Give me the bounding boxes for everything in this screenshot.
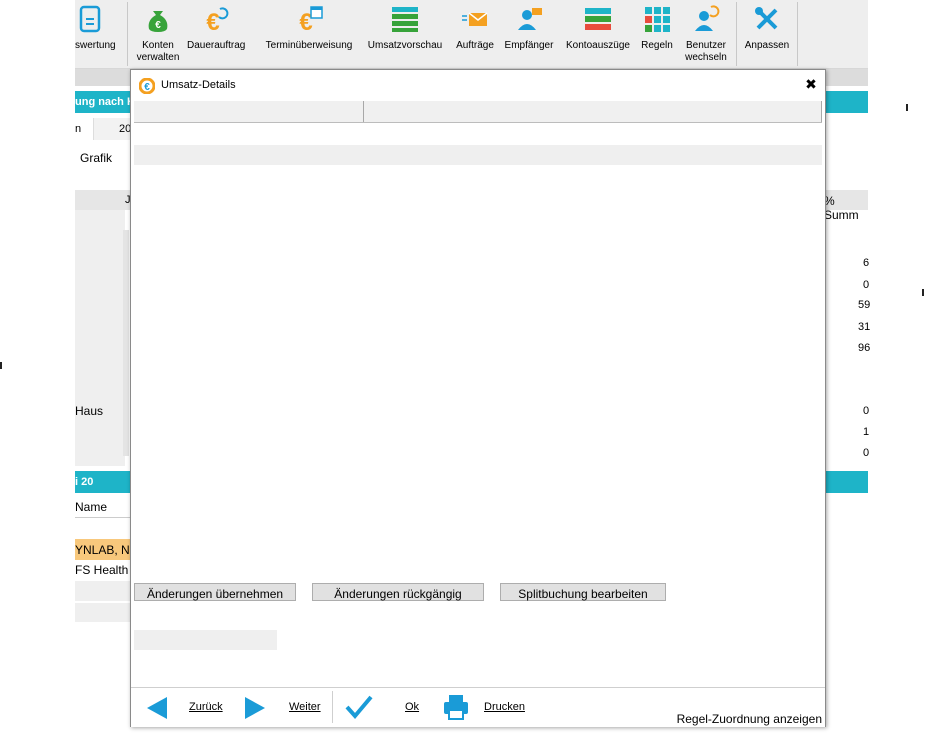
svg-text:€: € (155, 20, 161, 31)
value-cell: 1 (863, 426, 870, 438)
toolbar-empfaenger-button[interactable]: Empfänger (501, 0, 557, 68)
status-field (134, 630, 277, 650)
close-icon: ✖ (805, 76, 817, 92)
next-button[interactable]: Weiter (243, 688, 325, 727)
svg-text:€: € (144, 82, 150, 93)
tab-grafik[interactable]: Grafik (80, 151, 112, 165)
toolbar-label: Aufträge (456, 40, 494, 51)
toolbar-auswertung-button[interactable]: swertung (75, 0, 123, 68)
switch-user-icon (695, 5, 720, 31)
apply-changes-button[interactable]: Änderungen übernehmen (134, 583, 296, 601)
envelope-icon (462, 12, 488, 26)
back-button[interactable]: Zurück (145, 688, 227, 727)
money-bag-icon: € (148, 11, 168, 32)
section-title: ung nach K (75, 96, 135, 108)
details-row (134, 145, 822, 165)
back-label: Zurück (189, 701, 223, 713)
arrow-right-icon (245, 697, 265, 719)
toolbar-label: Umsatzvorschau (367, 40, 443, 51)
undo-changes-button[interactable]: Änderungen rückgängig (312, 583, 484, 601)
show-rule-assignment-link[interactable]: Regel-Zuordnung anzeigen (677, 712, 822, 726)
toolbar-label: Regeln (641, 40, 673, 51)
edit-split-booking-button[interactable]: Splitbuchung bearbeiten (500, 583, 666, 601)
toolbar-label: Konten verwalten (136, 40, 180, 63)
arrow-left-icon (147, 697, 167, 719)
value-cell: 6 (863, 257, 870, 269)
toolbar-label: Benutzer wechseln (685, 40, 727, 63)
document-icon (79, 5, 101, 33)
value-cell: 0 (863, 279, 870, 291)
toolbar-anpassen-button[interactable]: Anpassen (739, 0, 795, 68)
list-preview-icon (392, 7, 418, 32)
value-cell: 0 (863, 405, 870, 417)
app-logo-icon: € (139, 78, 155, 94)
dialog-title: Umsatz-Details (161, 79, 236, 91)
checkmark-icon (345, 695, 373, 720)
printer-icon (444, 695, 468, 720)
value-cell: 0 (863, 447, 870, 459)
table-row-label: YNLAB, N (75, 543, 130, 557)
toolbar-konten-verwalten-button[interactable]: € Konten verwalten (131, 0, 185, 68)
dialog-titlebar[interactable]: € Umsatz-Details ✖ (131, 70, 825, 101)
table-row-haus: Haus (75, 404, 104, 418)
ok-button[interactable]: Ok (344, 688, 424, 727)
filter-label: n (75, 123, 82, 135)
value-cell: 96 (858, 342, 871, 354)
value-cell: 31 (858, 321, 871, 333)
stray-marker (922, 289, 924, 296)
toolbar-regeln-button[interactable]: Regeln (638, 0, 676, 68)
tools-icon (755, 7, 778, 30)
footer-divider (332, 691, 333, 723)
main-toolbar: swertung € Konten verwalten € Dauerauftr… (75, 0, 868, 69)
toolbar-auftraege-button[interactable]: Aufträge (452, 0, 498, 68)
toolbar-umsatzvorschau-button[interactable]: Umsatzvorschau (361, 0, 449, 68)
section-title: i 20 (75, 476, 94, 488)
euro-recurring-icon: € (206, 7, 229, 33)
toolbar-kontoauszuege-button[interactable]: Kontoauszüge (560, 0, 636, 68)
column-header-summe: % Summ (824, 194, 859, 222)
next-label: Weiter (289, 701, 321, 713)
stray-marker (0, 362, 2, 369)
column-header-name: Name (75, 500, 108, 514)
toolbar-dauerauftrag-button[interactable]: € Dauerauftrag (187, 0, 245, 68)
table-row-label: FS Health (75, 563, 129, 577)
value-cell: 59 (858, 299, 871, 311)
dialog-footer: Zurück Weiter Ok Drucken Regel-Zuordnung… (131, 687, 825, 727)
print-button[interactable]: Drucken (442, 688, 542, 727)
print-label: Drucken (484, 701, 525, 713)
toolbar-label: swertung (75, 40, 116, 51)
stray-marker (906, 104, 908, 111)
toolbar-label: Anpassen (744, 40, 790, 51)
umsatz-details-dialog: € Umsatz-Details ✖ Änderungen übernehmen… (130, 69, 826, 727)
euro-calendar-icon: € (299, 6, 323, 33)
svg-text:€: € (206, 9, 219, 33)
details-column-header (134, 101, 822, 123)
toolbar-label: Dauerauftrag (187, 40, 246, 51)
toolbar-label: Empfänger (504, 40, 554, 51)
recipient-icon (518, 8, 542, 30)
toolbar-benutzer-wechseln-button[interactable]: Benutzer wechseln (679, 0, 733, 68)
statements-icon (585, 8, 611, 30)
toolbar-terminueberweisung-button[interactable]: € Terminüberweisung (260, 0, 358, 68)
toolbar-label: Terminüberweisung (265, 40, 353, 51)
rules-grid-icon (645, 7, 670, 32)
ok-label: Ok (405, 701, 420, 713)
toolbar-label: Kontoauszüge (566, 40, 630, 51)
close-button[interactable]: ✖ (803, 76, 819, 92)
